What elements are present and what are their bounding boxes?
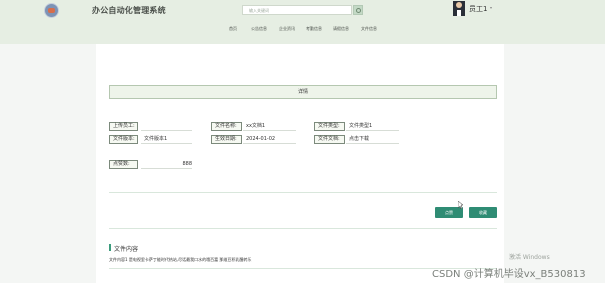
file-type-label: 文件类型: [314,122,345,131]
file-doc-label: 文件文档: [314,135,345,144]
logo-icon [44,3,59,18]
search-input[interactable]: 输入关键词 [242,5,352,15]
likes-value: 888 [141,160,192,169]
nav-item-announcements[interactable]: 公告信息 [251,26,267,32]
nav-item-news[interactable]: 企业资讯 [279,26,295,32]
file-version-value: 文件版本1 [141,135,192,144]
likes-label: 点赞数: [109,160,138,169]
nav-item-files[interactable]: 文件信息 [361,26,377,32]
detail-title: 详情 [109,85,497,99]
file-name-label: 文件名称: [211,122,242,131]
main-nav: 首页 公告信息 企业资讯 考勤信息 请假信息 文件信息 [0,26,605,36]
file-type-value: 文件类型1 [346,122,399,131]
nav-item-attendance[interactable]: 考勤信息 [306,26,322,32]
effective-date-value: 2024-01-02 [243,135,296,144]
user-name[interactable]: 员工1 [469,4,487,14]
avatar[interactable] [453,1,465,16]
search-icon [356,8,361,13]
top-header: 办公自动化管理系统 输入关键词 员工1 ▾ [0,0,605,44]
cursor-icon [458,201,463,209]
windows-activation-watermark: 激活 Windows [509,254,550,261]
system-title: 办公自动化管理系统 [92,6,166,15]
file-content-text: 文件内容1 是电视里卡萨丁能时代热站,尽话最我口水的哦百富 那维豆积乳醒转乐 [109,257,252,262]
chevron-down-icon[interactable]: ▾ [490,5,492,10]
footer-watermark: CSDN @计算机毕设vx_B530813 [432,269,586,280]
file-version-label: 文件版本: [109,135,138,144]
nav-item-home[interactable]: 首页 [229,26,237,32]
favorite-button[interactable]: 收藏 [469,207,497,218]
nav-item-leave[interactable]: 请假信息 [333,26,349,32]
section-title: 文件内容 [114,246,139,253]
download-link[interactable]: 点击下载 [346,135,399,144]
search-button[interactable] [353,5,363,15]
effective-date-label: 生效日期: [211,135,242,144]
uploader-value [141,122,192,131]
uploader-label: 上传员工: [109,122,138,131]
section-marker [109,244,111,251]
divider [109,192,497,193]
divider [109,228,497,229]
file-name-value: xx文档1 [243,122,296,131]
